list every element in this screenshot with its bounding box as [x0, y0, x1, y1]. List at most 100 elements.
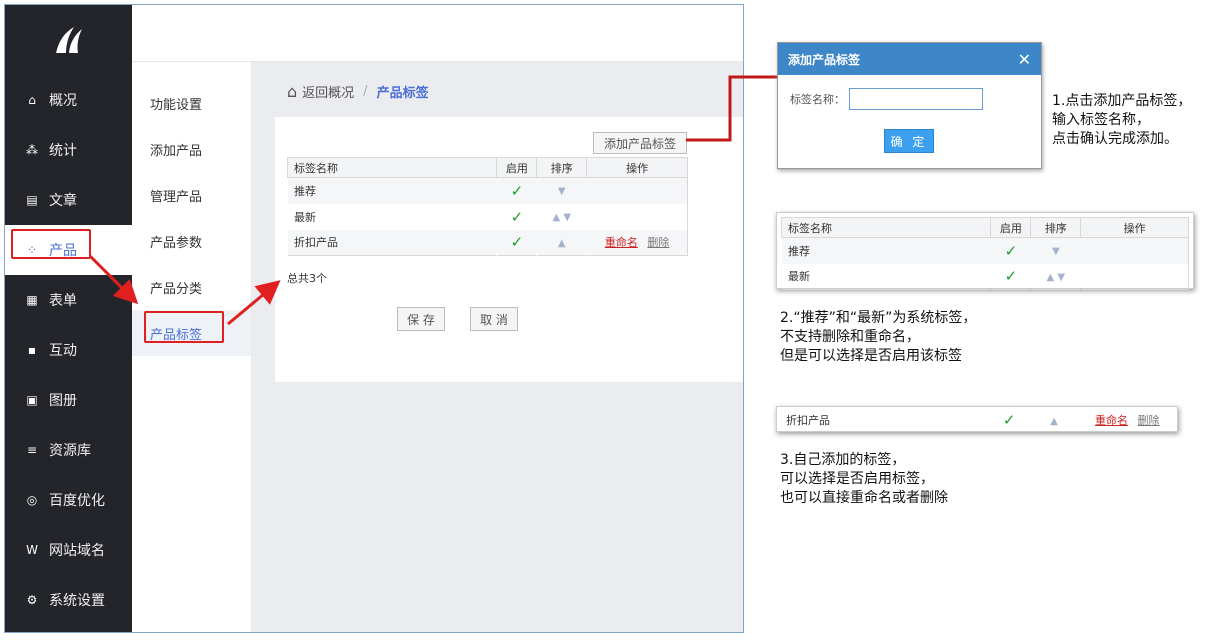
sidebar-item[interactable]: ⚙ 系统设置 — [5, 575, 132, 625]
table-row: 折扣产品 ✓ ▲ 重命名 删除 — [287, 229, 688, 256]
save-button[interactable]: 保 存 — [397, 307, 445, 331]
tag-name-input[interactable] — [849, 88, 983, 110]
breadcrumb-separator: / — [363, 84, 368, 99]
sidebar-item-label: 系统设置 — [49, 593, 105, 609]
form-icon: ▦ — [26, 293, 38, 307]
delete-link[interactable]: 删除 — [647, 236, 669, 249]
sidebar-item-label: 统计 — [49, 143, 77, 159]
note-line: 但是可以选择是否启用该标签 — [780, 348, 962, 364]
sidebar-item-label: 互动 — [49, 343, 77, 359]
note-line: 输入标签名称， — [1052, 112, 1150, 128]
table-row: 最新 ✓ ▲ ▼ — [782, 264, 1189, 290]
domain-icon: W — [26, 543, 38, 557]
sidebar-item[interactable]: ▦ 表单 — [5, 275, 132, 325]
col-sort: 排序 — [536, 157, 588, 178]
article-icon: ▤ — [26, 193, 38, 207]
chat-icon: ▪ — [27, 343, 37, 357]
table-row: 折扣产品 ✓ ▲ 重命名 删除 — [780, 407, 1176, 433]
sidebar-item-label: 百度优化 — [49, 493, 105, 509]
dialog-field-row: 标签名称： — [790, 88, 983, 110]
sub-navigation: 功能设置 添加产品 管理产品 产品参数 产品分类 产品标签 — [132, 62, 252, 632]
tag-name-label: 标签名称： — [790, 93, 845, 106]
table-row: 最新 ✓ ▲ ▼ — [288, 204, 688, 230]
note-line: 也可以直接重命名或者删除 — [780, 490, 948, 506]
database-icon: ≡ — [26, 443, 38, 457]
admin-screenshot: ⌂ 概况 ⁂ 统计 ▤ 文章 ⁘ 产品 ▦ 表单 ▪ 互动 ▣ 图册 ≡ 资源库 ◎ 百度优化 W 网站域名 ⚙ 系统设置… — [4, 4, 744, 633]
delete-link[interactable]: 删除 — [1138, 414, 1160, 427]
col-actions: 操作 — [1080, 217, 1189, 238]
col-enabled: 启用 — [990, 217, 1032, 238]
cancel-button[interactable]: 取 消 — [470, 307, 518, 331]
enabled-check-icon[interactable]: ✓ — [1003, 411, 1016, 429]
sidebar-item[interactable]: ⁂ 统计 — [5, 125, 132, 175]
subnav-manage-product[interactable]: 管理产品 — [132, 172, 251, 218]
tag-name: 折扣产品 — [786, 414, 830, 427]
seo-icon: ◎ — [26, 493, 38, 507]
sidebar: ⌂ 概况 ⁂ 统计 ▤ 文章 ⁘ 产品 ▦ 表单 ▪ 互动 ▣ 图册 ≡ 资源库 ◎ 百度优化 W 网站域名 ⚙ 系统设置 — [5, 5, 132, 632]
enabled-check-icon[interactable]: ✓ — [1005, 267, 1018, 285]
note-line: 3.自己添加的标签， — [780, 452, 906, 468]
stats-icon: ⁂ — [26, 143, 38, 157]
back-link[interactable]: 返回概况 — [302, 82, 354, 101]
custom-tag-snippet: 折扣产品 ✓ ▲ 重命名 删除 — [776, 406, 1178, 432]
enabled-check-icon[interactable]: ✓ — [511, 233, 524, 251]
sort-arrows-icon[interactable]: ▲ — [1050, 416, 1058, 427]
logo — [5, 5, 132, 75]
breadcrumb-current: 产品标签 — [376, 86, 429, 101]
col-tag-name: 标签名称 — [286, 157, 498, 178]
sidebar-item[interactable]: W 网站域名 — [5, 525, 132, 575]
rename-link[interactable]: 重命名 — [1095, 414, 1128, 427]
snippet-table: 折扣产品 ✓ ▲ 重命名 删除 — [779, 407, 1175, 433]
note-line: 点击确认完成添加。 — [1052, 131, 1178, 147]
home-icon[interactable]: ⌂ — [287, 82, 297, 101]
sidebar-item[interactable]: ≡ 资源库 — [5, 425, 132, 475]
album-icon: ▣ — [26, 393, 38, 407]
subnav-product-params[interactable]: 产品参数 — [132, 218, 251, 264]
sidebar-item-label: 图册 — [49, 393, 77, 409]
tag-name: 推荐 — [781, 237, 991, 264]
home-icon: ⌂ — [28, 93, 36, 107]
rename-link[interactable]: 重命名 — [605, 236, 638, 249]
sort-arrows-icon[interactable]: ▼ — [1052, 246, 1060, 257]
sidebar-item[interactable]: ⌂ 概况 — [5, 75, 132, 125]
sort-arrows-icon[interactable]: ▲ ▼ — [1047, 272, 1066, 283]
product-highlight-box — [11, 229, 91, 259]
note-2: 2.“推荐”和“最新”为系统标签， 不支持删除和重命名， 但是可以选择是否启用该… — [780, 309, 976, 366]
sort-arrows-icon[interactable]: ▲ — [558, 238, 566, 249]
enabled-check-icon[interactable]: ✓ — [511, 182, 524, 200]
tag-panel: 添加产品标签 标签名称 启用 排序 操作 推荐 ✓ ▼ 最新 ✓ ▲ ▼ 折扣产… — [275, 117, 743, 382]
system-tags-snippet: 标签名称 启用 排序 操作 推荐 ✓ ▼ 最新 ✓ ▲ ▼ — [776, 212, 1194, 290]
top-bar — [132, 5, 743, 62]
sidebar-item-label: 表单 — [49, 293, 77, 309]
close-icon[interactable]: ✕ — [1018, 50, 1031, 69]
enabled-check-icon[interactable]: ✓ — [1005, 242, 1018, 260]
confirm-button[interactable]: 确 定 — [884, 129, 934, 153]
dialog-header: 添加产品标签 ✕ — [778, 43, 1041, 75]
note-line: 2.“推荐”和“最新”为系统标签， — [780, 310, 977, 326]
tag-table: 标签名称 启用 排序 操作 推荐 ✓ ▼ 最新 ✓ ▲ ▼ 折扣产品 ✓ ▲ 重… — [286, 157, 688, 256]
gear-icon: ⚙ — [26, 593, 38, 607]
add-tag-button[interactable]: 添加产品标签 — [593, 132, 687, 154]
note-3: 3.自己添加的标签， 可以选择是否启用标签， 也可以直接重命名或者删除 — [780, 451, 948, 508]
subnav-add-product[interactable]: 添加产品 — [132, 126, 251, 172]
sidebar-item-label: 文章 — [49, 193, 77, 209]
breadcrumb: ⌂ 返回概况 / 产品标签 — [287, 82, 429, 101]
subnav-product-category[interactable]: 产品分类 — [132, 264, 251, 310]
sidebar-item[interactable]: ▪ 互动 — [5, 325, 132, 375]
sidebar-item[interactable]: ▣ 图册 — [5, 375, 132, 425]
tag-name: 推荐 — [287, 177, 497, 204]
snippet-table: 标签名称 启用 排序 操作 推荐 ✓ ▼ 最新 ✓ ▲ ▼ — [780, 217, 1189, 290]
tag-name: 最新 — [788, 270, 810, 284]
subnav-function-settings[interactable]: 功能设置 — [132, 80, 251, 126]
sort-arrows-icon[interactable]: ▲ ▼ — [553, 212, 572, 223]
table-row: 推荐 ✓ ▼ — [287, 177, 688, 204]
col-enabled: 启用 — [496, 157, 538, 178]
sidebar-item[interactable]: ◎ 百度优化 — [5, 475, 132, 525]
sidebar-item[interactable]: ▤ 文章 — [5, 175, 132, 225]
enabled-check-icon[interactable]: ✓ — [511, 208, 524, 226]
sort-arrows-icon[interactable]: ▼ — [558, 186, 566, 197]
sidebar-item-label: 网站域名 — [49, 543, 105, 559]
table-row: 推荐 ✓ ▼ — [781, 237, 1189, 264]
note-1: 1.点击添加产品标签， 输入标签名称， 点击确认完成添加。 — [1052, 92, 1191, 149]
note-line: 1.点击添加产品标签， — [1052, 93, 1192, 109]
